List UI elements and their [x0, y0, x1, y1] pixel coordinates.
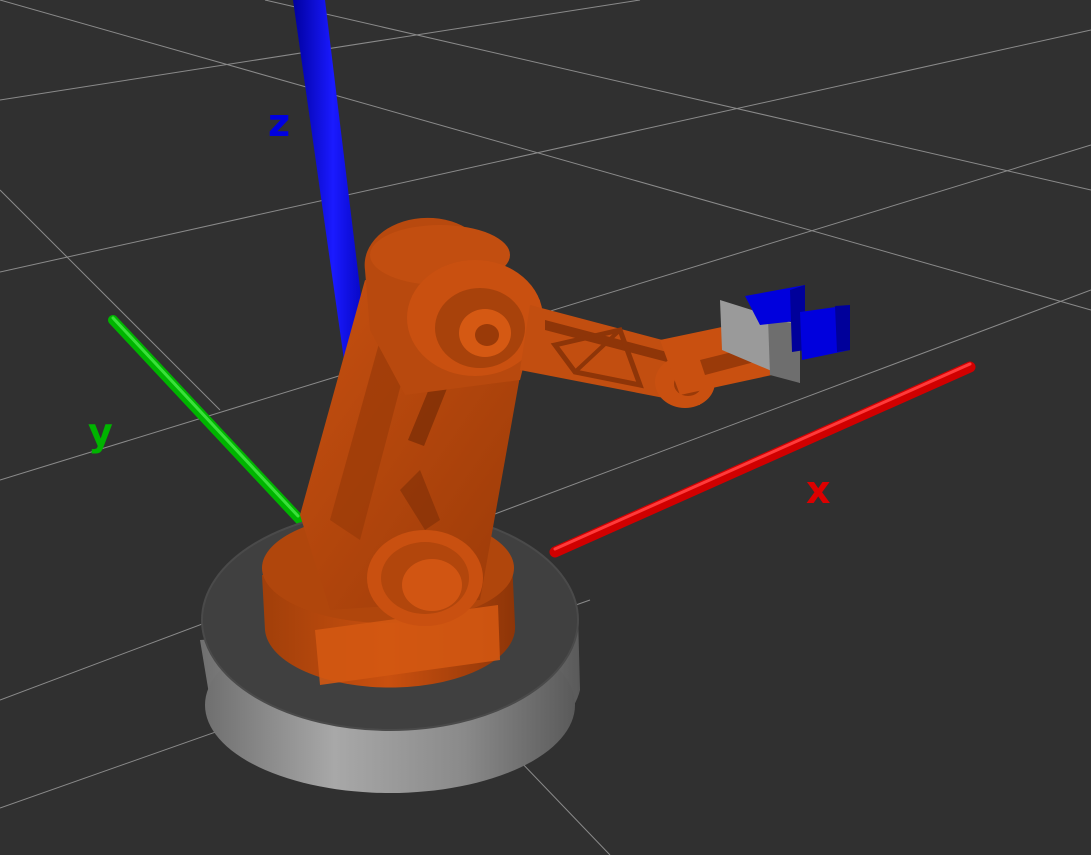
y-axis-label: y [88, 410, 113, 454]
y-axis [108, 315, 305, 525]
scene-canvas[interactable]: z y x [0, 0, 1091, 855]
robot-shoulder [364, 217, 543, 395]
3d-viewport[interactable]: z y x [0, 0, 1091, 855]
x-axis [549, 361, 976, 558]
x-axis-label: x [806, 468, 831, 512]
z-axis-label: z [268, 101, 290, 145]
